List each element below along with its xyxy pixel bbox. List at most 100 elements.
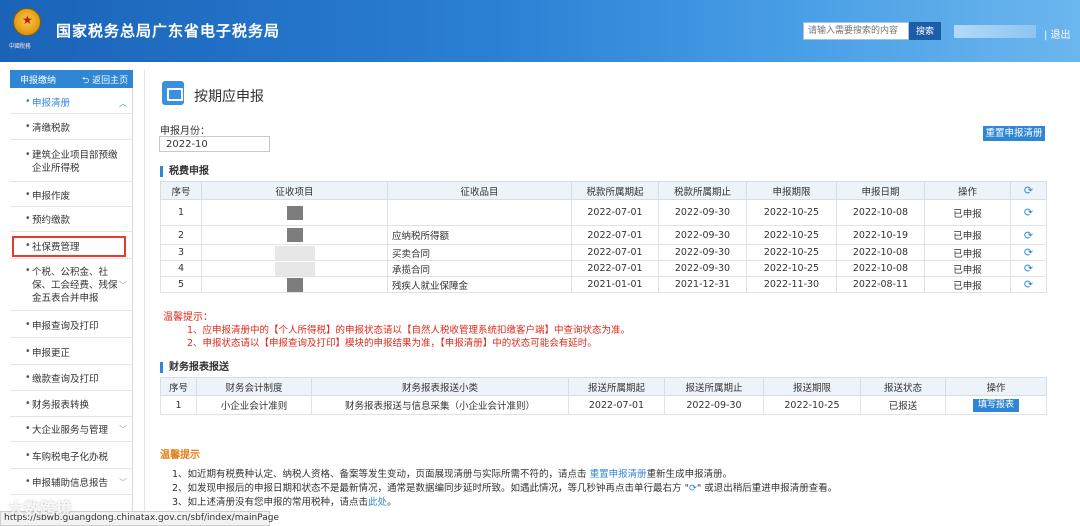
tips-title: 温馨提示 bbox=[160, 450, 200, 461]
refresh-row-icon[interactable]: ⟳ bbox=[1010, 260, 1047, 277]
bullet-icon: • bbox=[25, 450, 31, 461]
reset-declaration-list-button[interactable]: 重置申报清册 bbox=[983, 126, 1045, 141]
table-header-row: 序号 征收项目 征收品目 税款所属期起 税款所属期止 申报期限 申报日期 操作 … bbox=[160, 181, 1047, 200]
bullet-icon: • bbox=[25, 265, 31, 276]
table-row: 5 残疾人就业保障金 2021-01-01 2021-12-31 2022-11… bbox=[160, 276, 1047, 293]
redacted-cell bbox=[201, 199, 388, 226]
refresh-row-icon[interactable]: ⟳ bbox=[1010, 199, 1047, 226]
col-header: 报送状态 bbox=[860, 377, 946, 396]
back-home-link[interactable]: ⮌ 返回主页 bbox=[82, 73, 128, 89]
col-header: 财务报表报送小类 bbox=[311, 377, 569, 396]
col-header: 申报期限 bbox=[746, 181, 837, 200]
col-header: 序号 bbox=[160, 377, 197, 396]
bullet-icon: • bbox=[25, 319, 31, 330]
col-header: 操作 bbox=[924, 181, 1011, 200]
col-header: 征收品目 bbox=[387, 181, 572, 200]
page-title: 按期应申报 bbox=[194, 89, 264, 105]
tip-line: 1、如近期有税费种认定、纳税人资格、备案等发生变动，页面展现清册与实际所需不符的… bbox=[172, 469, 733, 480]
refresh-row-icon[interactable]: ⟳ bbox=[1010, 244, 1047, 261]
sidebar-item-settle-tax[interactable]: • 清缴税款 bbox=[10, 116, 133, 140]
bullet-icon: • bbox=[25, 398, 31, 409]
col-header: 申报日期 bbox=[836, 181, 925, 200]
watermark: 大数跨境 bbox=[8, 499, 73, 518]
status-cell: 已申报 bbox=[924, 260, 1011, 277]
sidebar-item-correction[interactable]: • 申报更正 bbox=[10, 339, 133, 365]
table-row: 1 2022-07-01 2022-09-30 2022-10-25 2022-… bbox=[160, 199, 1047, 226]
table-row: 2 应纳税所得额 2022-07-01 2022-09-30 2022-10-2… bbox=[160, 225, 1047, 245]
sidebar-item-payment-query[interactable]: • 缴款查询及打印 bbox=[10, 366, 133, 391]
logout-link[interactable]: | 退出 bbox=[1044, 26, 1071, 41]
sidebar: 申报缴纳 ⮌ 返回主页 • 申报清册 ︿ • 清缴税款 • 建筑企业项目部预缴企… bbox=[10, 70, 133, 526]
refresh-all-icon[interactable]: ⟳ bbox=[1010, 181, 1047, 200]
bullet-icon: • bbox=[25, 476, 31, 487]
fill-report-button[interactable]: 填写报表 bbox=[973, 398, 1019, 412]
sidebar-item-five-forms[interactable]: • 个税、公积金、社保、工会经费、残保金五表合并申报 ﹀ bbox=[10, 260, 133, 311]
redacted-cell bbox=[201, 260, 388, 277]
bullet-icon: • bbox=[25, 346, 31, 357]
sidebar-item-report-convert[interactable]: • 财务报表转换 bbox=[10, 392, 133, 417]
chevron-down-icon: ﹀ bbox=[119, 281, 127, 290]
col-header: 征收项目 bbox=[201, 181, 388, 200]
tax-declaration-table: 序号 征收项目 征收品目 税款所属期起 税款所属期止 申报期限 申报日期 操作 … bbox=[160, 181, 1047, 293]
status-cell: 已申报 bbox=[924, 244, 1011, 261]
declaration-form-icon bbox=[162, 81, 184, 105]
sidebar-item-aux-info[interactable]: • 申报辅助信息报告 ﹀ bbox=[10, 470, 133, 495]
top-header: ★ 中國稅務 国家税务总局广东省电子税务局 搜索 | 退出 bbox=[0, 0, 1080, 62]
search-button[interactable]: 搜索 bbox=[909, 22, 941, 40]
warning-title: 温馨提示： bbox=[163, 312, 213, 323]
table-row: 3 买卖合同 2022-07-01 2022-09-30 2022-10-25 … bbox=[160, 244, 1047, 261]
status-cell: 已报送 bbox=[860, 395, 946, 415]
seal-text: 中國稅務 bbox=[9, 43, 31, 50]
month-label: 申报月份： bbox=[160, 126, 210, 137]
redacted-cell bbox=[201, 225, 388, 245]
chevron-down-icon: ﹀ bbox=[119, 478, 127, 487]
tax-emblem-icon: ★ bbox=[13, 8, 41, 36]
col-header: 报送所属期止 bbox=[664, 377, 764, 396]
warning-line: 1、应申报清册中的【个人所得税】的申报状态请以【自然人税收管理系统扣缴客户端】中… bbox=[187, 325, 631, 336]
back-arrow-icon: ⮌ bbox=[82, 76, 93, 86]
refresh-row-icon[interactable]: ⟳ bbox=[1010, 276, 1047, 293]
redacted-cell bbox=[201, 276, 388, 293]
chevron-down-icon: ﹀ bbox=[119, 425, 127, 434]
user-name-redacted bbox=[954, 25, 1036, 38]
refresh-icon: ⟳ bbox=[688, 483, 697, 494]
search-input[interactable] bbox=[803, 22, 909, 40]
site-title: 国家税务总局广东省电子税务局 bbox=[56, 22, 281, 40]
table-row: 1 小企业会计准则 财务报表报送与信息采集（小企业会计准则） 2022-07-0… bbox=[160, 395, 1047, 415]
status-cell: 已申报 bbox=[924, 225, 1011, 245]
declaration-month-input[interactable]: 2022-10 bbox=[159, 136, 270, 152]
chevron-up-icon: ︿ bbox=[119, 99, 127, 108]
sidebar-item-scheduled-payment[interactable]: • 预约缴款 bbox=[10, 208, 133, 232]
highlight-box bbox=[12, 236, 126, 257]
financial-section-title: 财务报表报送 bbox=[160, 362, 229, 373]
main-panel bbox=[144, 70, 1062, 526]
sidebar-item-declaration-list[interactable]: • 申报清册 ︿ bbox=[10, 92, 133, 114]
col-header: 税款所属期止 bbox=[658, 181, 747, 200]
tax-section-title: 税费申报 bbox=[160, 166, 209, 177]
sidebar-item-vehicle-tax[interactable]: • 车购税电子化办税 bbox=[10, 443, 133, 469]
table-row: 4 承揽合同 2022-07-01 2022-09-30 2022-10-25 … bbox=[160, 260, 1047, 277]
sidebar-header: 申报缴纳 ⮌ 返回主页 bbox=[10, 70, 133, 88]
tip-line: 3、如上述清册没有您申报的常用税种，请点击此处。 bbox=[172, 497, 397, 508]
col-header: 财务会计制度 bbox=[196, 377, 312, 396]
warning-line: 2、申报状态请以【申报查询及打印】模块的申报结果为准，【申报清册】中的状态可能会… bbox=[187, 338, 597, 349]
sidebar-item-construction-prepay[interactable]: • 建筑企业项目部预缴企业所得税 bbox=[10, 141, 133, 182]
financial-report-table: 序号 财务会计制度 财务报表报送小类 报送所属期起 报送所属期止 报送期限 报送… bbox=[160, 377, 1047, 415]
col-header: 序号 bbox=[160, 181, 202, 200]
sidebar-item-large-enterprise[interactable]: • 大企业服务与管理 ﹀ bbox=[10, 418, 133, 442]
col-header: 报送所属期起 bbox=[568, 377, 665, 396]
col-header: 操作 bbox=[945, 377, 1047, 396]
here-link[interactable]: 此处 bbox=[368, 497, 387, 508]
col-header: 税款所属期起 bbox=[571, 181, 659, 200]
col-header: 报送期限 bbox=[763, 377, 861, 396]
sidebar-item-query-print[interactable]: • 申报查询及打印 bbox=[10, 312, 133, 338]
bullet-icon: • bbox=[25, 189, 31, 200]
status-cell: 已申报 bbox=[924, 276, 1011, 293]
bullet-icon: • bbox=[25, 149, 31, 160]
sidebar-title: 申报缴纳 bbox=[20, 76, 57, 86]
sidebar-item-void-declaration[interactable]: • 申报作废 bbox=[10, 183, 133, 207]
reset-list-link[interactable]: 重置申报清册 bbox=[590, 469, 647, 480]
table-header-row: 序号 财务会计制度 财务报表报送小类 报送所属期起 报送所属期止 报送期限 报送… bbox=[160, 377, 1047, 396]
refresh-row-icon[interactable]: ⟳ bbox=[1010, 225, 1047, 245]
bullet-icon: • bbox=[25, 372, 31, 383]
